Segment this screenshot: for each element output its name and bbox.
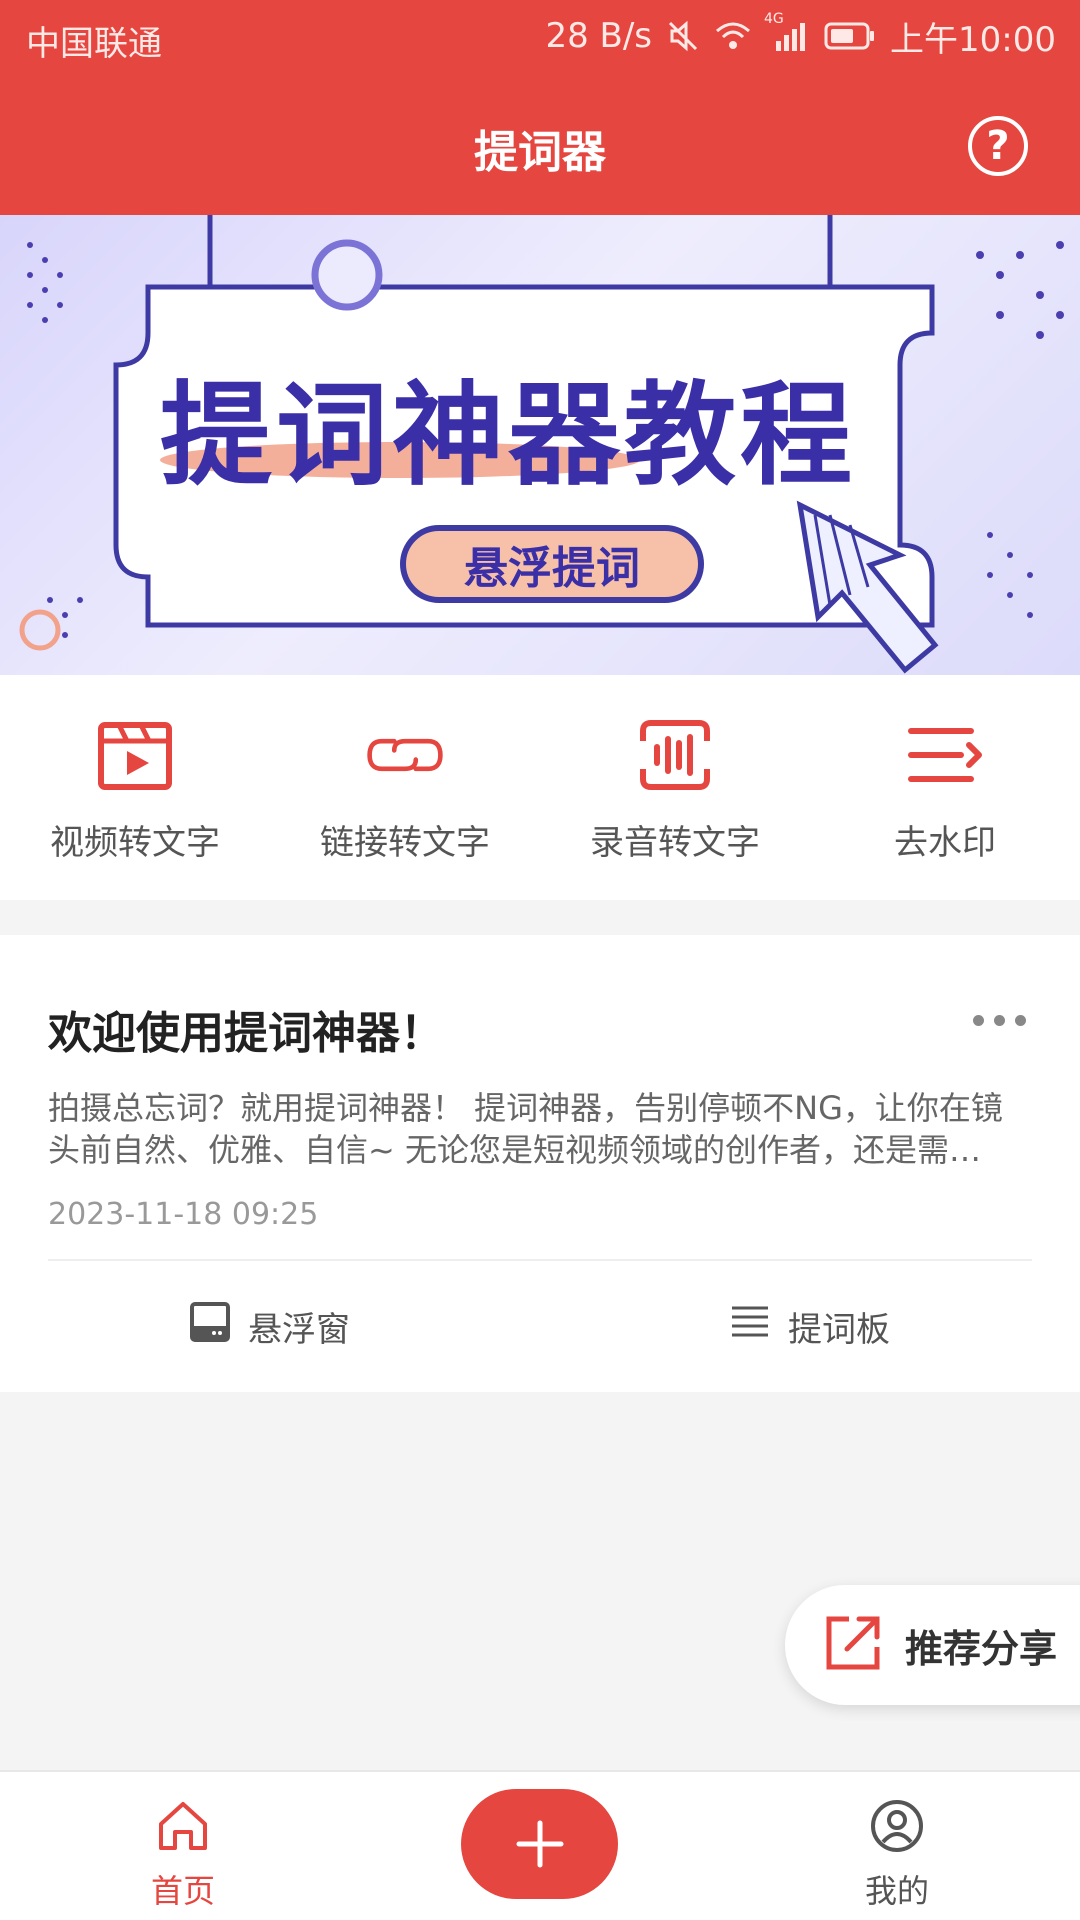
nav-mine-label: 我的 xyxy=(864,1872,929,1910)
ring-decoration xyxy=(19,609,61,651)
add-button[interactable] xyxy=(461,1789,618,1899)
app-screen: 中国联通 28 B/s 4G 上午10:00 提词器 ? 提词神器教程 悬浮提词… xyxy=(0,0,1080,1920)
script-card[interactable]: 欢迎使用提词神器！ 拍摄总忘词？就用提词神器！ 提词神器，告别停顿不NG，让你在… xyxy=(0,935,1080,1392)
action-label: 去水印 xyxy=(894,823,996,863)
quick-actions: 视频转文字 链接转文字 录音转文字 去水印 xyxy=(0,675,1080,900)
nav-mine[interactable]: 我的 xyxy=(797,1772,997,1920)
tutorial-banner[interactable]: 提词神器教程 悬浮提词 xyxy=(0,215,1080,675)
floating-window-button[interactable]: 悬浮窗 xyxy=(0,1261,540,1392)
nav-home-label: 首页 xyxy=(150,1872,215,1910)
help-button[interactable]: ? xyxy=(968,116,1028,176)
action-label: 录音转文字 xyxy=(590,823,760,863)
video-icon xyxy=(95,715,175,795)
share-button[interactable]: 推荐分享 xyxy=(785,1585,1080,1705)
script-actions: 悬浮窗 提词板 xyxy=(0,1261,1080,1392)
wifi-icon xyxy=(714,19,752,53)
action-remove-watermark[interactable]: 去水印 xyxy=(810,675,1080,900)
top-bar: 中国联通 28 B/s 4G 上午10:00 提词器 ? xyxy=(0,0,1080,215)
script-description: 拍摄总忘词？就用提词神器！ 提词神器，告别停顿不NG，让你在镜头前自然、优雅、自… xyxy=(48,1089,1003,1169)
battery-icon xyxy=(824,21,876,51)
status-bar: 中国联通 28 B/s 4G 上午10:00 xyxy=(0,0,1080,76)
page-title: 提词器 xyxy=(474,127,606,178)
more-options-icon[interactable] xyxy=(973,1015,1026,1026)
network-type-label: 4G xyxy=(764,11,784,27)
floating-window-label: 悬浮窗 xyxy=(248,1310,350,1350)
bottom-nav: 首页 我的 xyxy=(0,1770,1080,1920)
floating-window-icon xyxy=(190,1302,230,1351)
signal-icon: 4G xyxy=(764,11,810,53)
action-link-to-text[interactable]: 链接转文字 xyxy=(270,675,540,900)
action-label: 视频转文字 xyxy=(50,823,220,863)
banner-title: 提词神器教程 xyxy=(160,371,856,501)
status-indicators: 28 B/s 4G 上午10:00 xyxy=(545,11,1056,60)
action-audio-to-text[interactable]: 录音转文字 xyxy=(540,675,810,900)
net-speed: 28 B/s xyxy=(545,16,653,56)
list-icon xyxy=(730,1304,770,1349)
user-icon xyxy=(869,1798,925,1858)
script-timestamp: 2023-11-18 09:25 xyxy=(48,1197,319,1232)
action-label: 链接转文字 xyxy=(320,823,490,863)
watermark-remove-icon xyxy=(905,715,985,795)
mute-icon xyxy=(666,19,700,53)
script-title: 欢迎使用提词神器！ xyxy=(48,1008,444,1059)
prompter-board-button[interactable]: 提词板 xyxy=(540,1261,1080,1392)
home-icon xyxy=(155,1798,211,1858)
banner-pill: 悬浮提词 xyxy=(400,525,704,603)
audio-wave-icon xyxy=(635,715,715,795)
help-icon: ? xyxy=(986,123,1010,169)
share-icon xyxy=(823,1613,883,1677)
nav-home[interactable]: 首页 xyxy=(83,1772,283,1920)
action-video-to-text[interactable]: 视频转文字 xyxy=(0,675,270,900)
clock: 上午10:00 xyxy=(890,19,1056,60)
link-icon xyxy=(365,715,445,795)
plus-icon xyxy=(516,1820,563,1868)
share-label: 推荐分享 xyxy=(905,1626,1058,1671)
prompter-board-label: 提词板 xyxy=(788,1310,890,1350)
carrier-name: 中国联通 xyxy=(26,24,162,64)
